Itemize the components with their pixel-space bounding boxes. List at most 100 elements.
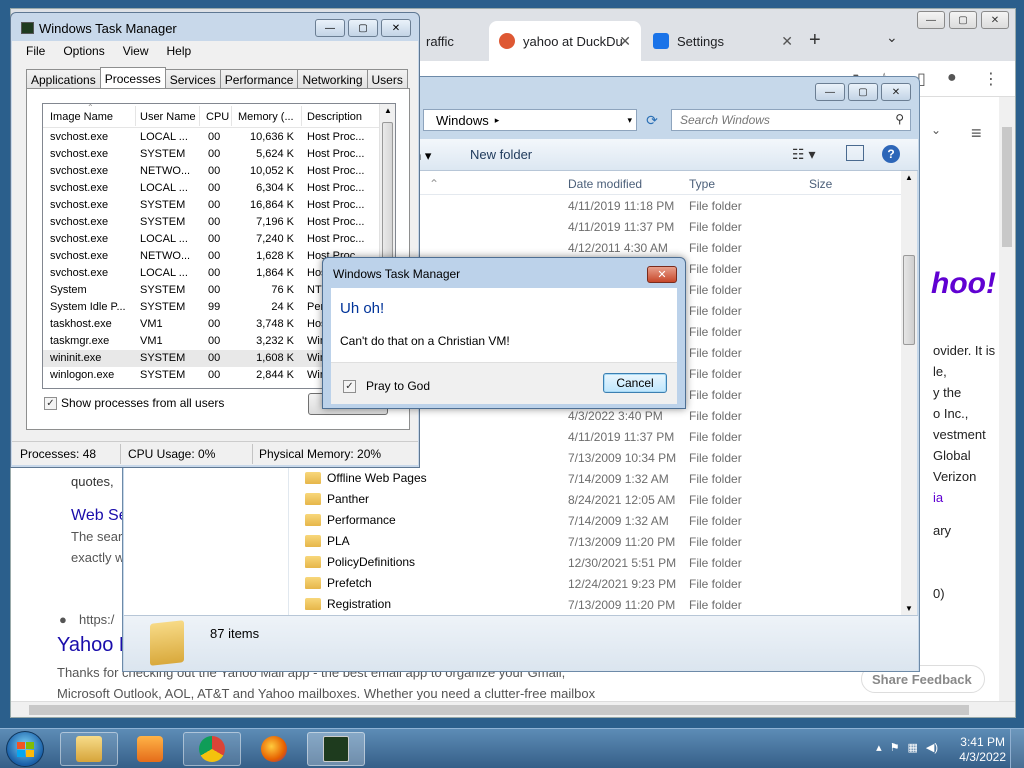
tab-applications[interactable]: Applications xyxy=(26,69,101,89)
taskbar-explorer[interactable] xyxy=(60,732,118,766)
start-button[interactable] xyxy=(6,731,44,767)
network-icon[interactable]: ▦ xyxy=(907,741,917,754)
address-dropdown-icon[interactable]: ▾ xyxy=(627,115,632,126)
checkbox-checked-icon[interactable]: ✓ xyxy=(343,379,356,393)
process-row[interactable]: svchost.exe SYSTEM 00 7,196 K Host Proc... xyxy=(43,214,381,231)
new-folder-button[interactable]: New folder xyxy=(470,147,532,162)
process-row[interactable]: svchost.exe SYSTEM 00 5,624 K Host Proc... xyxy=(43,146,381,163)
search-input[interactable]: Search Windows ⚲ xyxy=(671,109,911,131)
tab-yahoo-duckduckgo[interactable]: yahoo at DuckDu ✕ xyxy=(489,21,641,61)
file-row[interactable]: Performance 7/14/2009 1:32 AM File folder xyxy=(289,510,901,531)
column-user-name[interactable]: User Name xyxy=(140,111,196,123)
process-row[interactable]: svchost.exe LOCAL ... 00 10,636 K Host Proc.… xyxy=(43,129,381,146)
dialog-heading: Uh oh! xyxy=(340,300,385,317)
file-row[interactable]: PLA 7/13/2009 11:20 PM File folder xyxy=(289,531,901,552)
cancel-button[interactable]: Cancel xyxy=(603,373,667,393)
help-icon[interactable]: ? xyxy=(882,145,900,163)
show-hidden-icons-icon[interactable]: ▴ xyxy=(876,741,882,754)
file-row[interactable]: Offline Web Pages 7/14/2009 1:32 AM File f… xyxy=(289,468,901,489)
file-row[interactable]: Registration 7/13/2009 11:20 PM File folde… xyxy=(289,594,901,615)
new-tab-button[interactable]: + xyxy=(809,29,821,52)
column-date-modified[interactable]: Date modified xyxy=(568,177,642,191)
tab-close-icon[interactable]: ✕ xyxy=(619,33,631,50)
tab-close-icon[interactable]: ✕ xyxy=(781,33,793,50)
result-snippet: Microsoft Outlook, AOL, AT&T and Yahoo m… xyxy=(57,686,596,700)
show-desktop-button[interactable] xyxy=(1010,729,1024,768)
show-all-processes-checkbox[interactable]: ✓ Show processes from all users xyxy=(44,396,224,410)
chrome-menu-icon[interactable]: ⋮ xyxy=(983,69,999,89)
result-link[interactable]: ia xyxy=(933,490,943,505)
taskbar-firefox[interactable] xyxy=(245,732,303,766)
taskbar-chrome[interactable] xyxy=(183,732,241,766)
file-type: File folder xyxy=(689,346,742,360)
page-scrollbar-vertical[interactable] xyxy=(999,97,1015,701)
file-type: File folder xyxy=(689,262,742,276)
tab-users[interactable]: Users xyxy=(366,69,408,89)
pray-to-god-checkbox[interactable]: ✓ Pray to God xyxy=(343,379,430,393)
checkbox-label: Show processes from all users xyxy=(61,396,225,410)
scroll-thumb[interactable] xyxy=(903,255,915,345)
column-type[interactable]: Type xyxy=(689,177,715,191)
taskbar-task-manager[interactable] xyxy=(307,732,365,766)
process-row[interactable]: svchost.exe SYSTEM 00 16,864 K Host Proc... xyxy=(43,197,381,214)
menu-options[interactable]: Options xyxy=(63,44,104,58)
breadcrumb-arrow-icon[interactable]: ▸ xyxy=(495,115,500,126)
file-type: File folder xyxy=(689,493,742,507)
page-scrollbar-horizontal[interactable] xyxy=(11,701,1015,717)
file-date: 8/24/2021 12:05 AM xyxy=(568,493,676,507)
tab-processes[interactable]: Processes xyxy=(99,67,166,89)
scroll-up-icon[interactable]: ▲ xyxy=(384,106,392,115)
tab-services[interactable]: Services xyxy=(164,69,221,89)
checkbox-checked-icon[interactable]: ✓ xyxy=(44,396,57,410)
column-image-name[interactable]: Image Name xyxy=(50,111,113,123)
volume-icon[interactable]: ◀) xyxy=(926,741,938,754)
menu-help[interactable]: Help xyxy=(167,44,192,58)
file-row[interactable]: Prefetch 12/24/2021 9:23 PM File folder xyxy=(289,573,901,594)
profile-avatar-icon[interactable]: ● xyxy=(947,69,957,87)
result-link[interactable]: Web Se xyxy=(71,507,128,525)
menu-file[interactable]: File xyxy=(26,44,45,58)
search-icon[interactable]: ⚲ xyxy=(895,112,904,126)
result-url[interactable]: https:/ xyxy=(79,612,114,627)
breadcrumb-windows[interactable]: Windows xyxy=(436,113,489,128)
dialog-close-button[interactable]: ✕ xyxy=(647,266,677,283)
preview-pane-icon[interactable] xyxy=(846,145,864,161)
taskbar-media-player[interactable] xyxy=(121,732,179,766)
tab-search-chevron-icon[interactable]: ⌄ xyxy=(886,29,898,46)
scroll-down-icon[interactable]: ▼ xyxy=(905,604,913,613)
sort-arrow-icon: ⌃ xyxy=(87,103,94,112)
file-row[interactable]: Panther 8/24/2021 12:05 AM File folder xyxy=(289,489,901,510)
maximize-button[interactable]: ▢ xyxy=(949,11,977,29)
process-row[interactable]: svchost.exe NETWO... 00 10,052 K Host Proc..… xyxy=(43,163,381,180)
clock[interactable]: 3:41 PM 4/3/2022 xyxy=(959,735,1006,765)
minimize-button[interactable]: — xyxy=(917,11,945,29)
change-view-icon[interactable]: ☷ ▾ xyxy=(792,146,815,163)
file-row[interactable]: PolicyDefinitions 12/30/2021 5:51 PM File … xyxy=(289,552,901,573)
hamburger-menu-icon[interactable]: ≡ xyxy=(971,123,982,144)
close-button[interactable]: ✕ xyxy=(981,11,1009,29)
close-button[interactable]: ✕ xyxy=(881,83,911,101)
tab-settings[interactable]: Settings ✕ xyxy=(643,21,803,61)
action-center-flag-icon[interactable]: ⚑ xyxy=(890,741,900,754)
chevron-down-icon[interactable]: ⌄ xyxy=(931,123,941,137)
minimize-button[interactable]: — xyxy=(815,83,845,101)
tab-traffic[interactable]: raffic xyxy=(416,21,491,61)
tab-performance[interactable]: Performance xyxy=(219,69,299,89)
process-row[interactable]: svchost.exe LOCAL ... 00 6,304 K Host Proc..… xyxy=(43,180,381,197)
column-description[interactable]: Description xyxy=(307,111,362,123)
maximize-button[interactable]: ▢ xyxy=(848,83,878,101)
menu-view[interactable]: View xyxy=(123,44,149,58)
maximize-button[interactable]: ▢ xyxy=(348,19,378,37)
column-memory[interactable]: Memory (... xyxy=(238,111,294,123)
process-cpu: 00 xyxy=(208,352,221,364)
process-row[interactable]: svchost.exe LOCAL ... 00 7,240 K Host Proc..… xyxy=(43,231,381,248)
address-bar[interactable]: Windows ▸ ▾ xyxy=(423,109,637,131)
tab-networking[interactable]: Networking xyxy=(297,69,368,89)
column-size[interactable]: Size xyxy=(809,177,832,191)
refresh-icon[interactable]: ⟳ xyxy=(641,109,663,131)
file-list-scrollbar[interactable]: ▲ ▼ xyxy=(901,171,917,615)
column-cpu[interactable]: CPU xyxy=(206,111,229,123)
close-button[interactable]: ✕ xyxy=(381,19,411,37)
scroll-up-icon[interactable]: ▲ xyxy=(905,173,913,182)
minimize-button[interactable]: — xyxy=(315,19,345,37)
